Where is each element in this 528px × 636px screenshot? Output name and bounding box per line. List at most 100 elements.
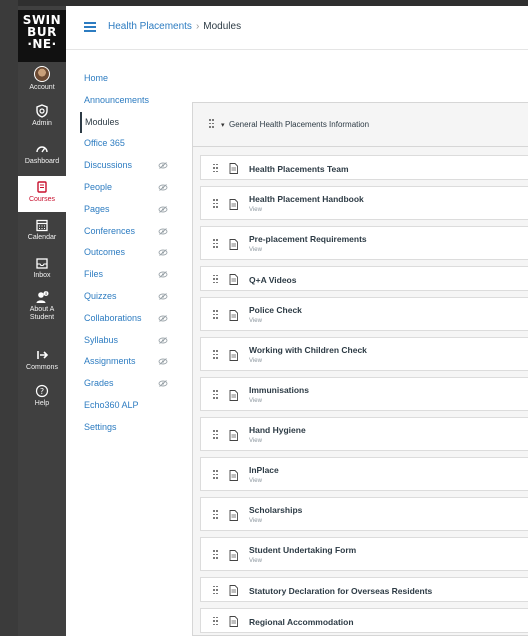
course-nav-item[interactable]: Discussions <box>80 155 180 177</box>
course-nav-item[interactable]: Collaborations <box>80 308 180 330</box>
module-item[interactable]: Scholarships View <box>200 497 528 531</box>
drag-handle-icon[interactable] <box>213 199 218 209</box>
module-header[interactable]: ▾ General Health Placements Information <box>193 103 528 147</box>
module-item[interactable]: Working with Children Check View <box>200 337 528 371</box>
course-nav-item[interactable]: Quizzes <box>80 286 180 308</box>
module-item-title[interactable]: Scholarships <box>249 505 302 515</box>
module-item[interactable]: Pre-placement Requirements View <box>200 226 528 260</box>
outer-frame-left <box>0 0 18 636</box>
global-nav-dashboard[interactable]: Dashboard <box>18 142 66 172</box>
page-document-icon <box>229 469 238 481</box>
hamburger-menu-icon[interactable] <box>84 22 96 32</box>
course-nav-item[interactable]: Modules <box>80 111 180 134</box>
course-nav-item[interactable]: Pages <box>80 199 180 221</box>
hidden-eye-icon <box>158 358 168 366</box>
top-bar: Health Placements › Modules <box>66 6 528 50</box>
drag-handle-icon[interactable] <box>213 616 218 627</box>
drag-handle-icon[interactable] <box>213 550 218 560</box>
drag-handle-icon[interactable] <box>213 310 218 320</box>
course-nav-item[interactable]: People <box>80 177 180 199</box>
course-nav-item[interactable]: Settings <box>80 417 180 439</box>
module-item-subtitle: View <box>249 398 262 404</box>
hidden-eye-icon <box>158 293 168 300</box>
module-item-title[interactable]: Working with Children Check <box>249 345 367 355</box>
drag-handle-icon[interactable] <box>213 430 218 440</box>
module-item[interactable]: Police Check View <box>200 297 528 331</box>
global-nav-courses[interactable]: Courses <box>18 176 66 212</box>
course-nav-item[interactable]: Outcomes <box>80 242 180 264</box>
swinburne-logo[interactable]: SWIN BUR ·NE· <box>18 10 66 62</box>
module-item-title[interactable]: Hand Hygiene <box>249 425 306 435</box>
module-item[interactable]: InPlace View <box>200 457 528 491</box>
module-item-subtitle: View <box>249 318 262 324</box>
course-nav-label: Office 365 <box>84 138 125 149</box>
commons-arrow-icon <box>37 351 49 359</box>
drag-handle-icon[interactable] <box>213 163 218 174</box>
main-page: Health Placements › Modules Home Announceme… <box>66 6 528 636</box>
global-nav-about-a-student[interactable]: i About A Student <box>18 290 66 330</box>
page-document-icon <box>229 349 238 361</box>
global-nav-inbox[interactable]: Inbox <box>18 256 66 286</box>
drag-handle-icon[interactable] <box>209 119 214 129</box>
hidden-eye-icon <box>158 380 168 387</box>
course-nav: Home Announcements Modules Office 365 Discus… <box>80 68 180 439</box>
hidden-eye-icon <box>158 336 168 344</box>
drag-handle-icon[interactable] <box>213 350 218 360</box>
help-icon: ? <box>35 384 49 398</box>
module-item-title[interactable]: Police Check <box>249 305 302 315</box>
avatar-icon <box>34 66 50 82</box>
drag-handle-icon[interactable] <box>213 585 218 596</box>
course-nav-item[interactable]: Syllabus <box>80 330 180 352</box>
module-item-title[interactable]: Health Placement Handbook <box>249 194 364 204</box>
module-title: General Health Placements Information <box>229 120 370 129</box>
course-nav-label: Conferences <box>84 225 136 236</box>
course-nav-item[interactable]: Office 365 <box>80 133 180 155</box>
page-document-icon <box>229 585 238 596</box>
module-item-title[interactable]: Pre-placement Requirements <box>249 234 367 244</box>
global-nav-help[interactable]: ? Help <box>18 384 66 414</box>
module-item-title[interactable]: Health Placements Team <box>249 164 349 174</box>
global-nav-admin[interactable]: Admin <box>18 104 66 134</box>
course-nav-item[interactable]: Conferences <box>80 221 180 243</box>
module-item-title[interactable]: Immunisations <box>249 385 309 395</box>
module-item-title[interactable]: Student Undertaking Form <box>249 545 356 555</box>
course-nav-item[interactable]: Echo360 ALP <box>80 395 180 417</box>
course-nav-label: Files <box>84 269 104 280</box>
module-item[interactable]: Health Placements Team <box>200 155 528 180</box>
course-nav-item[interactable]: Assignments <box>80 351 180 373</box>
breadcrumb-current: Modules <box>203 21 242 32</box>
drag-handle-icon[interactable] <box>213 510 218 520</box>
module-item[interactable]: Q+A Videos <box>200 266 528 291</box>
breadcrumb-course-link[interactable]: Health Placements <box>108 21 192 32</box>
collapse-caret-icon[interactable]: ▾ <box>221 121 225 129</box>
module-item-title[interactable]: InPlace <box>249 465 279 475</box>
course-nav-label: Announcements <box>84 94 150 105</box>
global-nav: SWIN BUR ·NE· Account Admin Dashboard Co… <box>18 6 66 636</box>
module-item[interactable]: Immunisations View <box>200 377 528 411</box>
drag-handle-icon[interactable] <box>213 470 218 480</box>
course-nav-item[interactable]: Announcements <box>80 90 180 112</box>
course-nav-item[interactable]: Home <box>80 68 180 90</box>
module-item[interactable]: Regional Accommodation <box>200 608 528 633</box>
module-item[interactable]: Health Placement Handbook View <box>200 186 528 220</box>
drag-handle-icon[interactable] <box>213 239 218 249</box>
module-item-title[interactable]: Q+A Videos <box>249 275 296 285</box>
module-item-subtitle: View <box>249 438 262 444</box>
drag-handle-icon[interactable] <box>213 274 218 285</box>
course-nav-item[interactable]: Grades <box>80 373 180 395</box>
hidden-eye-icon <box>158 184 168 191</box>
module-item[interactable]: Hand Hygiene View <box>200 417 528 451</box>
course-nav-label: Assignments <box>84 356 136 367</box>
global-nav-commons[interactable]: Commons <box>18 348 66 378</box>
module-item-title[interactable]: Statutory Declaration for Overseas Resid… <box>249 586 432 596</box>
course-nav-item[interactable]: Files <box>80 264 180 286</box>
hidden-eye-icon <box>158 249 168 257</box>
global-nav-account[interactable]: Account <box>18 66 66 96</box>
global-nav-calendar[interactable]: Calendar <box>18 218 66 248</box>
person-info-icon: i <box>36 291 49 303</box>
module-item[interactable]: Statutory Declaration for Overseas Resid… <box>200 577 528 602</box>
page-document-icon <box>229 389 238 401</box>
module-item-title[interactable]: Regional Accommodation <box>249 617 354 627</box>
module-item[interactable]: Student Undertaking Form View <box>200 537 528 571</box>
drag-handle-icon[interactable] <box>213 390 218 400</box>
